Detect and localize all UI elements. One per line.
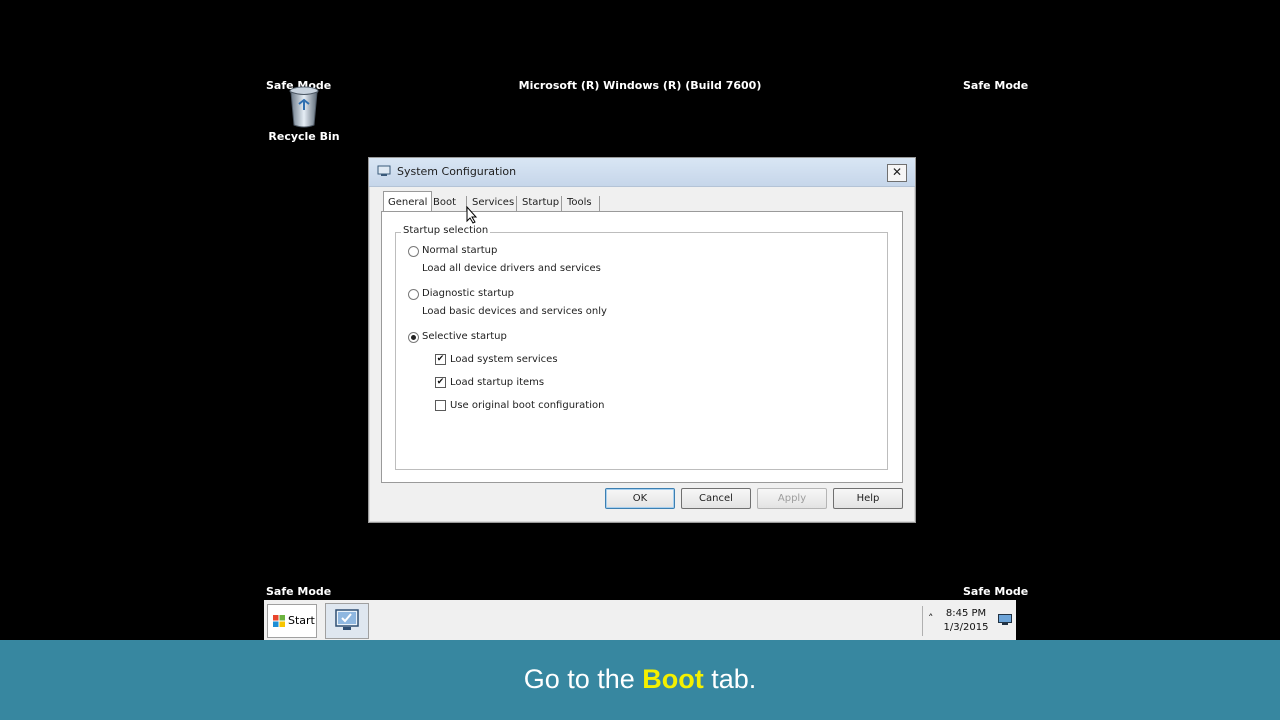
- caption-suffix: tab.: [703, 664, 757, 694]
- close-icon: ✕: [891, 165, 903, 179]
- recycle-bin-icon: [289, 86, 319, 128]
- windows-logo-icon: [273, 615, 285, 627]
- caption-text: Go to the Boot tab.: [0, 664, 1280, 695]
- load-system-services-label[interactable]: Load system services: [450, 354, 558, 365]
- caption-highlight: Boot: [642, 664, 704, 694]
- safe-mode-label-top-right: Safe Mode: [963, 79, 1029, 92]
- help-button[interactable]: Help: [833, 488, 903, 509]
- mouse-cursor-icon: [466, 206, 478, 224]
- tab-startup[interactable]: Startup: [518, 194, 563, 212]
- start-label: Start: [288, 614, 315, 627]
- clock-time: 8:45 PM: [945, 608, 987, 619]
- apply-button[interactable]: Apply: [757, 488, 827, 509]
- general-tab-panel: Startup selection Normal startup Load al…: [381, 211, 903, 483]
- tab-separator: [599, 196, 600, 212]
- caption-banner: Go to the Boot tab.: [0, 640, 1280, 720]
- tab-separator: [561, 196, 562, 212]
- clock-date: 1/3/2015: [943, 622, 989, 633]
- monitor-checkmark-icon: [335, 609, 359, 630]
- startup-selection-title: Startup selection: [401, 225, 491, 236]
- tab-separator: [516, 196, 517, 212]
- diagnostic-startup-label[interactable]: Diagnostic startup: [422, 288, 514, 299]
- normal-startup-description: Load all device drivers and services: [422, 263, 601, 274]
- show-desktop-icon[interactable]: [998, 614, 1012, 625]
- dialog-title: System Configuration: [397, 165, 517, 178]
- recycle-bin-shortcut[interactable]: Recycle Bin: [264, 86, 344, 143]
- load-system-services-checkbox[interactable]: ✔: [435, 354, 446, 365]
- dialog-titlebar[interactable]: System Configuration ✕: [369, 158, 915, 187]
- tab-boot[interactable]: Boot: [429, 194, 460, 212]
- taskbar-item-system-configuration[interactable]: [325, 603, 369, 639]
- os-build-title: Microsoft (R) Windows (R) (Build 7600): [518, 79, 762, 92]
- show-hidden-icons-button[interactable]: ˄: [928, 612, 934, 625]
- safe-mode-label-bottom-left: Safe Mode: [266, 585, 332, 598]
- selective-startup-label[interactable]: Selective startup: [422, 331, 507, 342]
- taskbar: Start ˄ 8:45 PM 1/3/2015: [264, 600, 1016, 640]
- cancel-button[interactable]: Cancel: [681, 488, 751, 509]
- use-original-boot-configuration-label[interactable]: Use original boot configuration: [450, 400, 604, 411]
- safe-mode-label-bottom-right: Safe Mode: [963, 585, 1029, 598]
- tab-general[interactable]: General: [383, 191, 433, 213]
- caption-prefix: Go to the: [523, 664, 643, 694]
- close-button[interactable]: ✕: [887, 164, 907, 182]
- selective-startup-radio[interactable]: [408, 332, 419, 343]
- tab-tools[interactable]: Tools: [563, 194, 596, 212]
- diagnostic-startup-description: Load basic devices and services only: [422, 306, 607, 317]
- startup-selection-group: Startup selection Normal startup Load al…: [395, 225, 888, 470]
- normal-startup-label[interactable]: Normal startup: [422, 245, 497, 256]
- tray-separator: [922, 606, 923, 636]
- normal-startup-radio[interactable]: [408, 246, 419, 257]
- msconfig-app-icon: [377, 165, 391, 176]
- system-configuration-dialog: System Configuration ✕ General Boot Serv…: [368, 157, 916, 523]
- diagnostic-startup-radio[interactable]: [408, 289, 419, 300]
- system-clock[interactable]: 8:45 PM 1/3/2015: [940, 607, 992, 635]
- start-button[interactable]: Start: [267, 604, 317, 638]
- ok-button[interactable]: OK: [605, 488, 675, 509]
- use-original-boot-configuration-checkbox[interactable]: [435, 400, 446, 411]
- load-startup-items-label[interactable]: Load startup items: [450, 377, 544, 388]
- load-startup-items-checkbox[interactable]: ✔: [435, 377, 446, 388]
- recycle-bin-label: Recycle Bin: [268, 130, 340, 143]
